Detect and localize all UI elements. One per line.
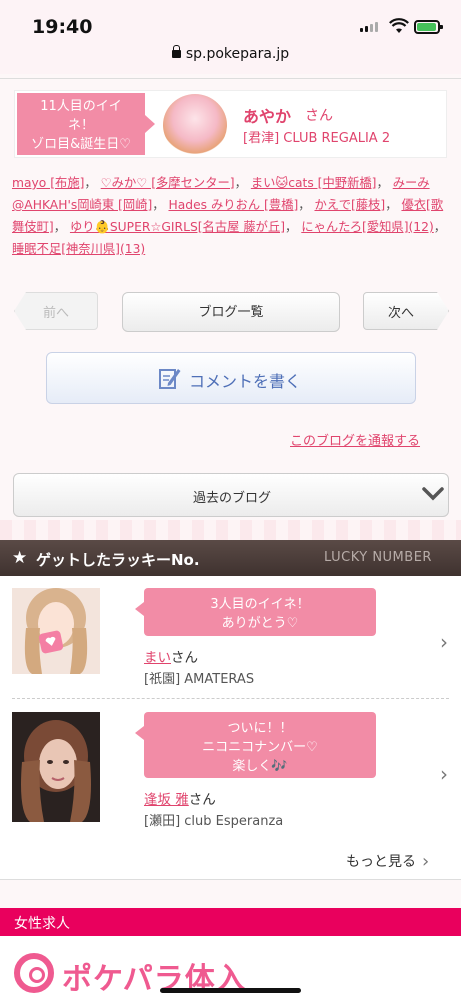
like-user-link[interactable]: まい🐱cats [中野新橋] bbox=[251, 176, 377, 190]
jobs-header: 女性求人 bbox=[0, 908, 461, 936]
edit-icon bbox=[159, 369, 181, 389]
status-bar: 19:40 bbox=[0, 0, 461, 50]
lock-icon bbox=[171, 45, 181, 58]
user-photo[interactable] bbox=[12, 712, 100, 822]
lucky-user-shop: [瀬田] club Esperanza bbox=[144, 814, 284, 829]
divider bbox=[0, 78, 461, 79]
badge-line: 11人目のイイ bbox=[40, 99, 122, 114]
badge-line: ネ！ bbox=[67, 118, 94, 133]
lucky-entry[interactable]: ついに！！ ニコニコナンバー♡ 楽しく🎶 逢坂 雅さん [瀬田] club Es… bbox=[0, 712, 461, 829]
divider bbox=[12, 698, 449, 699]
see-more-link[interactable]: もっと見る › bbox=[346, 850, 430, 872]
next-button[interactable]: 次へ bbox=[363, 292, 449, 330]
battery-icon bbox=[414, 20, 443, 34]
bubble-line: ありがとう♡ bbox=[221, 616, 299, 631]
decorative-stripe bbox=[0, 520, 461, 540]
clock: 19:40 bbox=[32, 16, 93, 38]
lucky-message-bubble: 3人目のイイネ！ ありがとう♡ bbox=[135, 588, 376, 636]
past-blog-label: 過去のブログ bbox=[192, 491, 271, 506]
write-comment-label: コメントを書く bbox=[189, 372, 302, 391]
chevron-down-icon bbox=[422, 487, 444, 501]
profile-name[interactable]: あやか bbox=[243, 103, 291, 127]
next-button-label: 次へ bbox=[387, 306, 414, 321]
lucky-number-title: ゲットしたラッキーNo. bbox=[36, 551, 200, 569]
pokepara-logo-icon bbox=[14, 953, 54, 993]
user-photo[interactable] bbox=[12, 588, 100, 674]
lucky-user-shop: [祇園] AMATERAS bbox=[144, 672, 255, 687]
past-blog-dropdown[interactable]: 過去のブログ bbox=[13, 473, 449, 517]
lucky-user-name: まいさん bbox=[144, 650, 198, 666]
like-user-link[interactable]: ♡みか♡ [多摩センター] bbox=[101, 176, 235, 190]
report-blog-link[interactable]: このブログを通報する bbox=[290, 430, 420, 449]
cellular-signal-icon bbox=[360, 22, 378, 32]
like-user-link[interactable]: mayo [布施] bbox=[12, 176, 84, 190]
profile-banner[interactable]: 11人目のイイ ネ！ ゾロ目&誕生日♡ あやか さん [君津] CLUB REG… bbox=[14, 90, 447, 158]
user-name-link[interactable]: まい bbox=[144, 650, 171, 666]
wifi-icon bbox=[389, 18, 409, 33]
likes-list: mayo [布施]， ♡みか♡ [多摩センター]， まい🐱cats [中野新橋]… bbox=[12, 176, 447, 256]
lucky-message-bubble: ついに！！ ニコニコナンバー♡ 楽しく🎶 bbox=[135, 712, 376, 778]
lucky-number-card: 3人目のイイネ！ ありがとう♡ まいさん [祇園] AMATERAS › ついに… bbox=[0, 576, 461, 880]
profile-avatar[interactable] bbox=[163, 94, 227, 156]
like-user-link[interactable]: にゃんたろ[愛知県](12) bbox=[301, 220, 433, 234]
chevron-right-icon: › bbox=[422, 851, 430, 872]
bubble-line: 楽しく🎶 bbox=[232, 759, 288, 774]
lucky-number-subtitle: LUCKY NUMBER bbox=[324, 550, 432, 565]
like-user-link[interactable]: 睡眠不足[神奈川県](13) bbox=[12, 242, 145, 256]
bubble-line: ついに！！ bbox=[227, 721, 293, 736]
see-more-label: もっと見る bbox=[346, 854, 416, 870]
lucky-user-name: 逢坂 雅さん bbox=[144, 792, 216, 808]
url-text: sp.pokepara.jp bbox=[185, 46, 290, 62]
write-comment-button[interactable]: コメントを書く bbox=[46, 352, 416, 404]
like-badge: 11人目のイイ ネ！ ゾロ目&誕生日♡ bbox=[17, 93, 155, 155]
lucky-entry[interactable]: 3人目のイイネ！ ありがとう♡ まいさん [祇園] AMATERAS › bbox=[0, 588, 461, 700]
user-name-link[interactable]: 逢坂 雅 bbox=[144, 792, 189, 808]
prev-button[interactable]: 前へ bbox=[14, 292, 98, 330]
star-icon: ★ bbox=[12, 548, 28, 568]
like-user-link[interactable]: かえで[藤枝] bbox=[314, 198, 385, 212]
bubble-line: ニコニコナンバー♡ bbox=[202, 740, 318, 755]
lucky-number-header: ★ ゲットしたラッキーNo. LUCKY NUMBER bbox=[0, 540, 461, 576]
badge-line: ゾロ目&誕生日♡ bbox=[31, 137, 131, 152]
blog-list-button[interactable]: ブログ一覧 bbox=[122, 292, 340, 332]
chevron-right-icon[interactable]: › bbox=[440, 762, 448, 786]
home-indicator[interactable] bbox=[160, 988, 301, 993]
chevron-right-icon[interactable]: › bbox=[440, 630, 448, 654]
profile-shop[interactable]: [君津] CLUB REGALIA 2 bbox=[243, 127, 390, 146]
bubble-line: 3人目のイイネ！ bbox=[210, 597, 310, 612]
prev-button-label: 前へ bbox=[42, 306, 69, 321]
profile-honorific: さん bbox=[305, 108, 333, 124]
address-bar[interactable]: sp.pokepara.jp bbox=[0, 45, 461, 74]
like-user-link[interactable]: ゆり👶SUPER☆GIRLS[名古屋 藤が丘] bbox=[70, 220, 285, 234]
like-user-link[interactable]: Hades みりおん [豊橋] bbox=[168, 198, 298, 212]
